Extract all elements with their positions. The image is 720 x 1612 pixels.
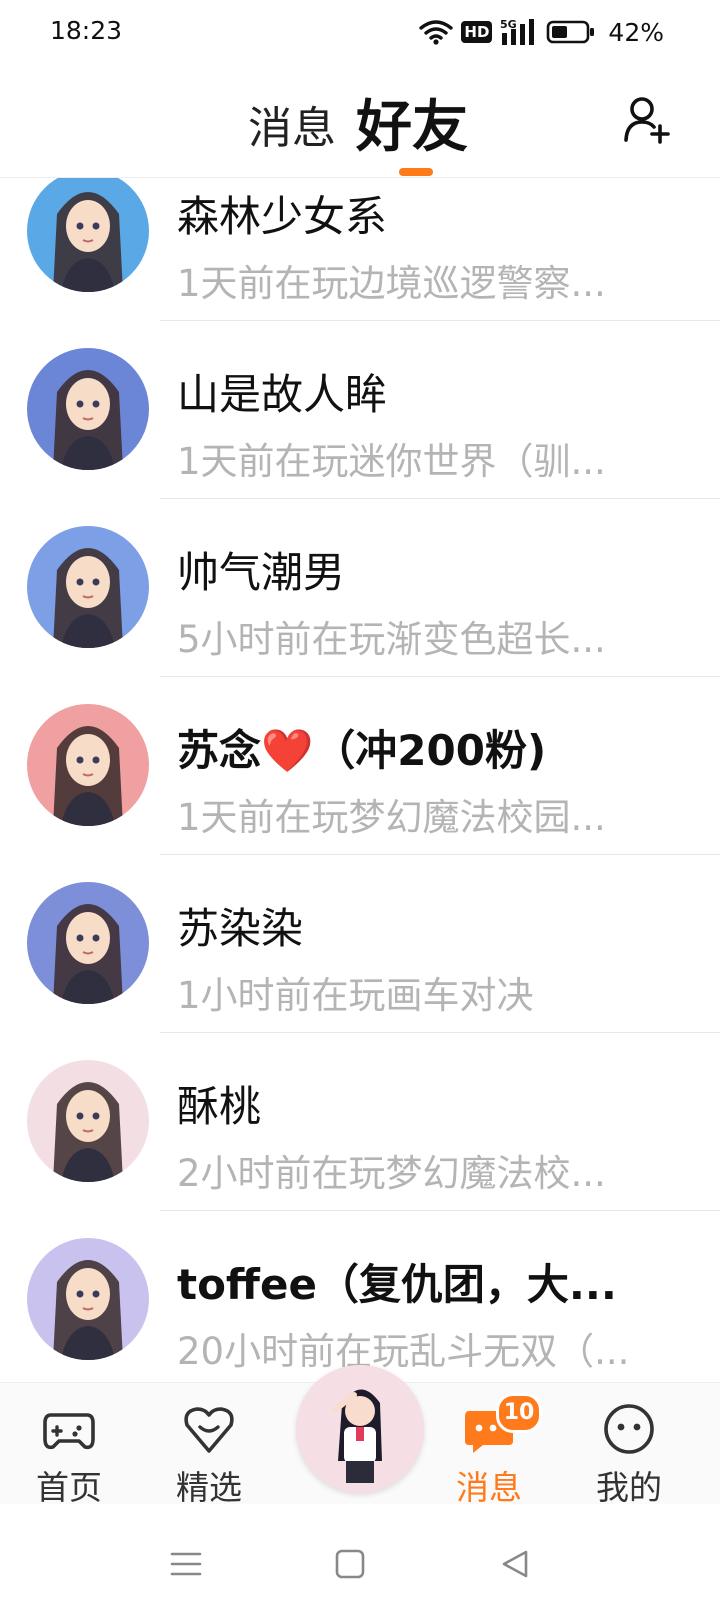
friend-avatar[interactable] [27,704,149,826]
back-triangle-icon[interactable] [496,1544,536,1584]
friend-row[interactable]: 苏染染 1小时前在玩画车对决 [0,855,720,1033]
face-icon [604,1404,654,1454]
friend-avatar[interactable] [27,882,149,1004]
system-nav-bar [0,1504,720,1612]
nav-mine-label: 我的 [596,1468,662,1507]
battery-percent: 42% [608,17,664,47]
friends-list[interactable]: 森林少女系 1天前在玩边境巡逻警察... 山是故人眸 1天前在玩迷你世界（驯... 帅气… [0,177,720,1382]
friend-avatar[interactable] [27,1238,149,1360]
heart-icon [184,1407,234,1453]
friend-avatar[interactable] [27,348,149,470]
friend-row[interactable]: 帅气潮男 5小时前在玩渐变色超长... [0,499,720,677]
friend-name: 苏念❤️（冲200粉) [177,726,547,775]
gamepad-icon [43,1413,95,1450]
friend-row[interactable]: 山是故人眸 1天前在玩迷你世界（驯... [0,321,720,499]
friend-activity: 2小时前在玩梦幻魔法校... [177,1152,606,1195]
friend-avatar[interactable] [27,177,149,292]
friend-name: 山是故人眸 [177,370,388,419]
add-friend-icon[interactable] [622,94,674,146]
active-tab-indicator [399,168,433,176]
status-icons: HD 5G 42% [419,14,664,50]
page-header: 消息 好友 [0,66,720,178]
nav-featured-label: 精选 [176,1468,242,1507]
status-bar: 18:23 HD 5G 42% [0,0,720,66]
center-avatar-button[interactable] [296,1365,424,1493]
home-square-icon[interactable] [330,1544,370,1584]
unread-badge: 10 [496,1393,542,1433]
friend-row[interactable]: 苏念❤️（冲200粉) 1天前在玩梦幻魔法校园... [0,677,720,855]
nav-home-label: 首页 [36,1468,102,1507]
tab-friends[interactable]: 好友 [356,82,468,163]
wifi-icon [419,20,454,45]
friend-activity: 1小时前在玩画车对决 [177,974,534,1017]
friend-name: 森林少女系 [177,192,388,241]
nav-featured[interactable]: 精选 [154,1383,264,1507]
friend-name: 帅气潮男 [177,548,346,597]
tab-messages[interactable]: 消息 [248,92,336,156]
friend-name: toffee（复仇团，大... [177,1260,617,1309]
friend-avatar[interactable] [27,1060,149,1182]
hd-icon: HD [461,21,493,43]
friend-activity: 1天前在玩梦幻魔法校园... [177,796,606,839]
friend-avatar[interactable] [27,526,149,648]
status-time: 18:23 [50,16,123,45]
nav-home[interactable]: 首页 [14,1383,124,1507]
friend-activity: 1天前在玩边境巡逻警察... [177,262,606,305]
friend-row[interactable]: 森林少女系 1天前在玩边境巡逻警察... [0,177,720,321]
nav-messages[interactable]: 10 消息 [434,1383,544,1507]
battery-icon [547,20,595,44]
friend-activity: 1天前在玩迷你世界（驯... [177,440,606,483]
nav-mine[interactable]: 我的 [574,1383,684,1507]
nav-messages-label: 消息 [456,1468,522,1507]
avatar-image [296,1365,424,1493]
friend-activity: 5小时前在玩渐变色超长... [177,618,606,661]
friend-name: 苏染染 [177,904,304,953]
signal-icon: 5G [500,18,535,45]
menu-icon[interactable] [166,1544,206,1584]
friend-activity: 20小时前在玩乱斗无双（... [177,1330,630,1373]
friend-row[interactable]: toffee（复仇团，大... 20小时前在玩乱斗无双（... [0,1211,720,1382]
friend-name: 酥桃 [177,1082,262,1131]
friend-row[interactable]: 酥桃 2小时前在玩梦幻魔法校... [0,1033,720,1211]
